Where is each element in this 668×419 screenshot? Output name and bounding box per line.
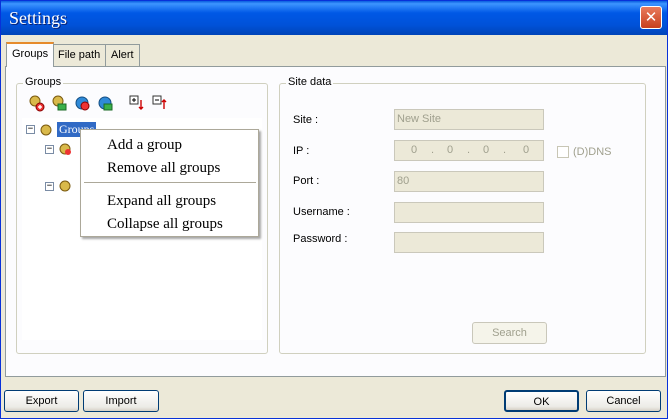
ip-octet-2: 0 — [447, 144, 454, 156]
port-field[interactable]: 80 — [394, 171, 544, 192]
collapse-toggle-icon[interactable]: − — [45, 144, 54, 154]
delete-group-button[interactable] — [95, 93, 115, 113]
username-label: Username : — [293, 206, 350, 218]
search-button[interactable]: Search — [472, 322, 547, 344]
ip-octet-4: 0 — [523, 144, 530, 156]
group-icon — [40, 124, 52, 135]
window-title: Settings — [9, 8, 68, 28]
collapse-all-icon — [152, 95, 167, 109]
site-field-value: New Site — [397, 113, 442, 125]
menu-item-expand-all-groups[interactable]: Expand all groups — [107, 193, 216, 210]
port-label: Port : — [293, 175, 320, 187]
password-label: Password : — [293, 233, 348, 245]
settings-window: Settings ✕ Groups File path Alert Groups — [0, 0, 668, 419]
ip-separator: . — [431, 144, 435, 156]
export-button[interactable]: Export — [4, 390, 79, 412]
tab-file-path-label: File path — [58, 49, 101, 61]
groups-groupbox-label: Groups — [23, 76, 64, 88]
ip-separator: . — [467, 144, 471, 156]
add-site-button[interactable] — [49, 93, 69, 113]
tab-alert[interactable]: Alert — [105, 44, 140, 66]
menu-separator — [84, 182, 256, 183]
tab-file-path[interactable]: File path — [52, 44, 107, 66]
ip-label: IP : — [293, 145, 310, 157]
add-group-icon — [29, 95, 45, 112]
tab-groups-label: Groups — [12, 48, 49, 60]
edit-group-icon — [75, 96, 90, 111]
menu-item-remove-all-groups[interactable]: Remove all groups — [107, 160, 220, 177]
delete-group-icon — [98, 96, 113, 111]
expand-all-button[interactable] — [127, 93, 147, 113]
cancel-button[interactable]: Cancel — [586, 390, 661, 412]
tree-child-node[interactable]: − — [45, 142, 73, 156]
ok-button[interactable]: OK — [504, 390, 579, 412]
close-button[interactable]: ✕ — [640, 6, 662, 29]
ip-separator: . — [503, 144, 507, 156]
tree-context-menu: Add a group Remove all groups Expand all… — [80, 129, 259, 237]
tab-alert-label: Alert — [111, 49, 134, 61]
tree-child-node[interactable]: − — [45, 179, 73, 193]
ddns-checkbox[interactable] — [557, 146, 569, 158]
group-icon — [59, 180, 71, 192]
close-icon: ✕ — [644, 8, 658, 26]
title-bar[interactable]: Settings ✕ — [1, 1, 667, 35]
site-field[interactable]: New Site — [394, 109, 544, 130]
collapse-toggle-icon[interactable]: − — [45, 181, 54, 191]
add-site-icon — [52, 95, 67, 111]
username-field[interactable] — [394, 202, 544, 223]
import-button[interactable]: Import — [83, 390, 159, 412]
menu-item-collapse-all-groups[interactable]: Collapse all groups — [107, 216, 223, 233]
password-field[interactable] — [394, 232, 544, 253]
tab-groups[interactable]: Groups — [6, 42, 55, 67]
expand-all-icon — [129, 95, 144, 110]
add-group-button[interactable] — [26, 93, 46, 113]
ip-octet-1: 0 — [411, 144, 418, 156]
ip-octet-3: 0 — [483, 144, 490, 156]
port-field-value: 80 — [397, 175, 410, 187]
ddns-label: (D)DNS — [573, 146, 612, 158]
menu-item-add-group[interactable]: Add a group — [107, 137, 182, 154]
edit-group-button[interactable] — [72, 93, 92, 113]
collapse-toggle-icon[interactable]: − — [26, 125, 35, 134]
site-data-groupbox-label: Site data — [286, 76, 334, 88]
collapse-all-button[interactable] — [150, 93, 170, 113]
site-label: Site : — [293, 114, 319, 126]
group-alert-icon — [59, 143, 71, 155]
